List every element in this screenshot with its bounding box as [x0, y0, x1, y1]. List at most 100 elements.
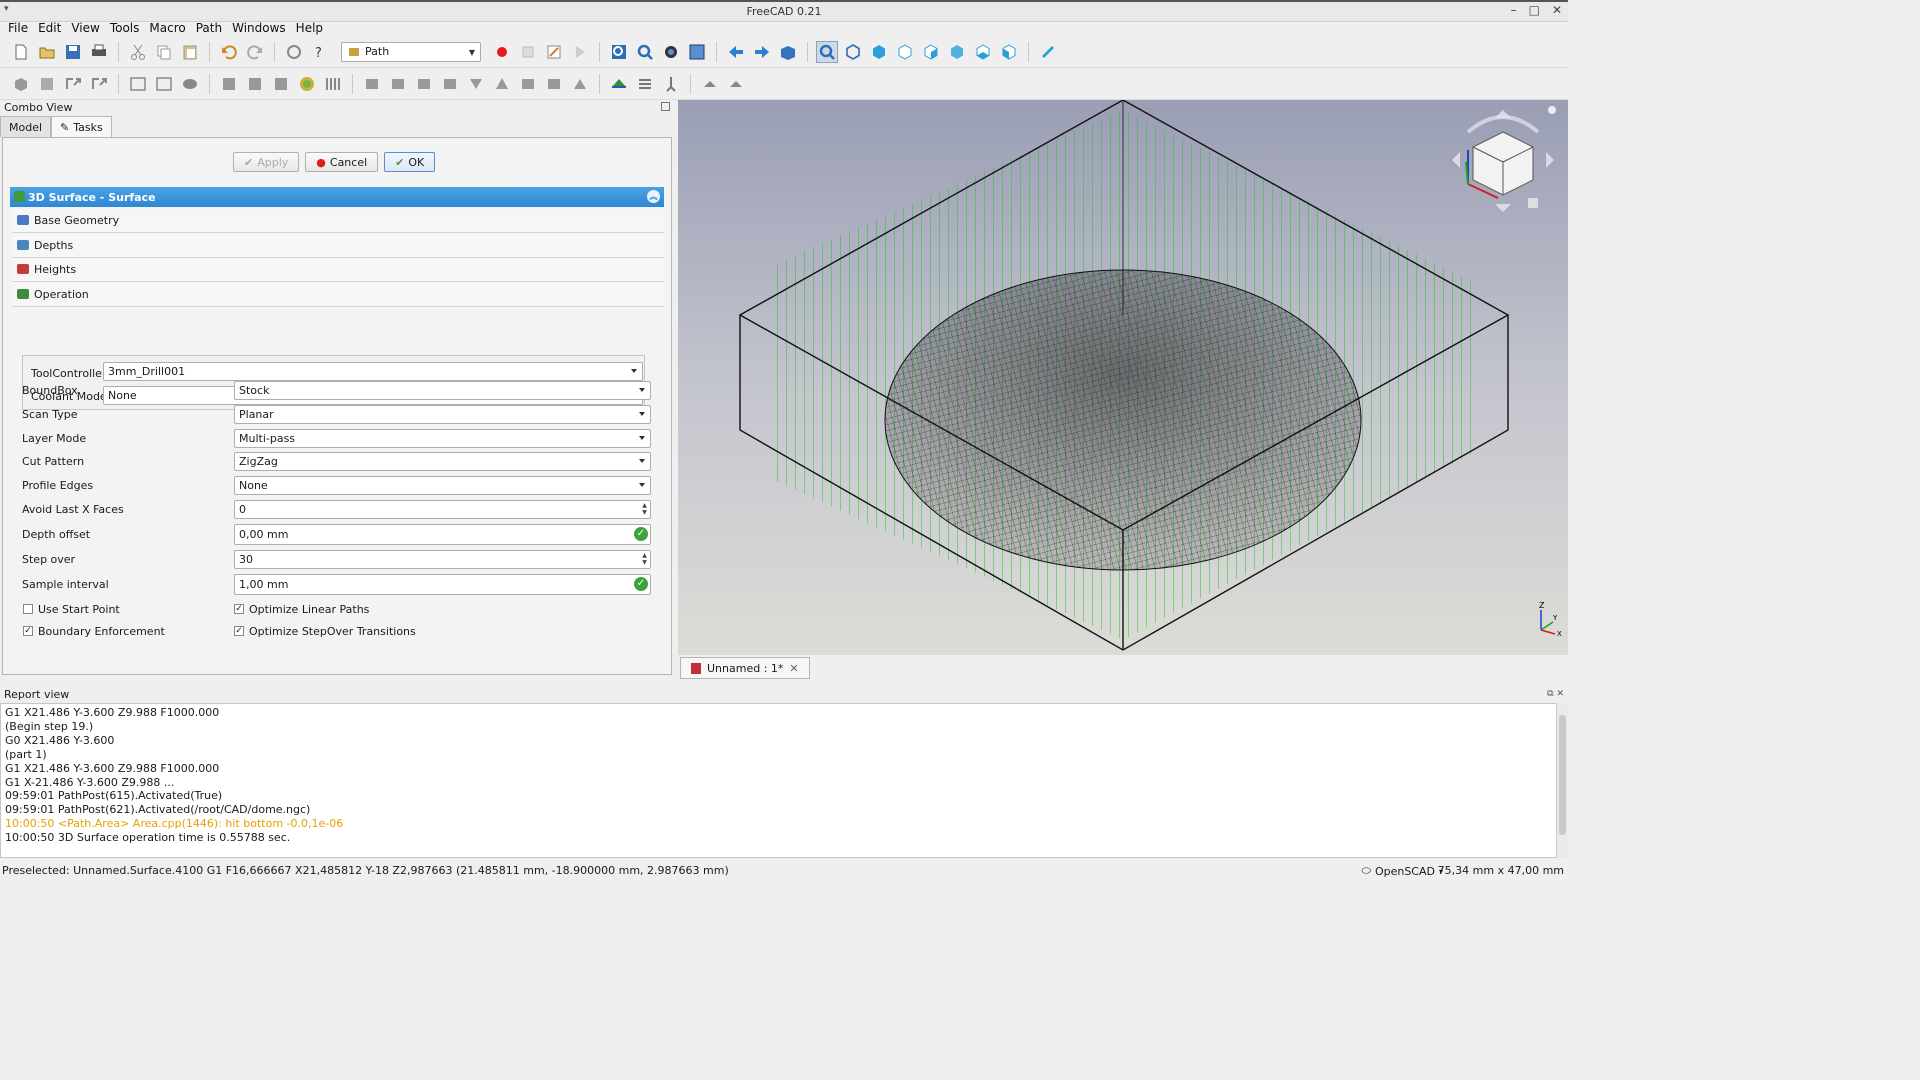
- 3d-viewport[interactable]: Z Y X: [678, 100, 1568, 655]
- spin-arrows-icon[interactable]: ▲ ▼: [640, 502, 649, 517]
- open-folder-icon[interactable]: [36, 41, 58, 63]
- inspect-icon[interactable]: [725, 73, 747, 95]
- paste-icon[interactable]: [179, 41, 201, 63]
- tab-model[interactable]: Model: [0, 116, 52, 137]
- vcarve-icon[interactable]: [465, 73, 487, 95]
- section-heights[interactable]: Heights: [12, 258, 664, 282]
- section-base-geometry[interactable]: Base Geometry: [12, 209, 664, 233]
- waterline-icon[interactable]: [517, 73, 539, 95]
- maximize-button[interactable]: □: [1529, 3, 1540, 17]
- cut-icon[interactable]: [127, 41, 149, 63]
- thread-milling-icon[interactable]: [491, 73, 513, 95]
- optimize-linear-paths-checkbox[interactable]: ✓: [234, 604, 244, 614]
- document-tab[interactable]: Unnamed : 1* ✕: [680, 657, 810, 679]
- close-tab-icon[interactable]: ✕: [789, 662, 798, 675]
- sanity-icon[interactable]: [88, 73, 110, 95]
- bottom-view-icon[interactable]: [972, 41, 994, 63]
- back-arrow-icon[interactable]: [725, 41, 747, 63]
- slot-icon[interactable]: [387, 73, 409, 95]
- panel-header[interactable]: 3D Surface - Surface ︽: [10, 187, 664, 207]
- stop-macro-icon[interactable]: [517, 41, 539, 63]
- fit-selection-icon[interactable]: [634, 41, 656, 63]
- report-scrollbar[interactable]: [1556, 703, 1568, 858]
- optimize-stepover-checkbox[interactable]: ✓: [234, 626, 244, 636]
- cancel-button[interactable]: ● Cancel: [305, 152, 379, 172]
- fit-all-icon[interactable]: [608, 41, 630, 63]
- menu-windows[interactable]: Windows: [232, 22, 286, 36]
- use-start-point-checkbox[interactable]: [23, 604, 33, 614]
- dock-float-icon[interactable]: [661, 102, 670, 111]
- minimize-button[interactable]: –: [1511, 3, 1517, 17]
- spin-arrows-icon[interactable]: ▲ ▼: [640, 552, 649, 567]
- edit-macro-icon[interactable]: [543, 41, 565, 63]
- bounding-box-icon[interactable]: [686, 41, 708, 63]
- boundary-enforcement-checkbox[interactable]: ✓: [23, 626, 33, 636]
- menu-macro[interactable]: Macro: [149, 22, 185, 36]
- scrollbar-thumb[interactable]: [1559, 715, 1566, 835]
- section-operation[interactable]: Operation: [12, 283, 664, 307]
- tool-library-icon[interactable]: [127, 73, 149, 95]
- menu-path[interactable]: Path: [196, 22, 222, 36]
- tab-tasks[interactable]: ✎ Tasks: [51, 116, 112, 137]
- helix-icon[interactable]: [322, 73, 344, 95]
- report-view[interactable]: G1 X21.486 Y-3.600 Z9.988 F1000.000 (Beg…: [0, 703, 1568, 858]
- tool-controller-icon[interactable]: [179, 73, 201, 95]
- menu-help[interactable]: Help: [296, 22, 323, 36]
- record-macro-icon[interactable]: [491, 41, 513, 63]
- copy-icon[interactable]: [153, 41, 175, 63]
- menu-tools[interactable]: Tools: [110, 22, 140, 36]
- workbench-selector[interactable]: Path ▼: [341, 41, 481, 62]
- section-depths[interactable]: Depths: [12, 234, 664, 258]
- adaptive-icon[interactable]: [361, 73, 383, 95]
- 3d-surface-icon[interactable]: [608, 73, 630, 95]
- job-icon[interactable]: [10, 73, 32, 95]
- menu-file[interactable]: File: [8, 22, 28, 36]
- engrave-icon[interactable]: [413, 73, 435, 95]
- collapse-icon[interactable]: ︽: [647, 190, 660, 203]
- dressup-icon[interactable]: [569, 73, 591, 95]
- drilling-icon[interactable]: [270, 73, 292, 95]
- isometric-view-icon[interactable]: [842, 41, 864, 63]
- ok-button[interactable]: ✔ OK: [384, 152, 436, 172]
- simulator-icon[interactable]: [699, 73, 721, 95]
- pocket-icon[interactable]: [244, 73, 266, 95]
- report-dock-icons[interactable]: ⧉ ✕: [1547, 689, 1564, 699]
- depth-offset-input[interactable]: 0,00 mm ✓: [234, 524, 651, 545]
- deburr-icon[interactable]: [439, 73, 461, 95]
- avoid-last-faces-spinbox[interactable]: 0 ▲ ▼: [234, 500, 651, 519]
- rear-view-icon[interactable]: [946, 41, 968, 63]
- measure-icon[interactable]: [1037, 41, 1059, 63]
- tool-controller-select[interactable]: 3mm_Drill001: [103, 362, 643, 381]
- run-macro-icon[interactable]: [569, 41, 591, 63]
- surface-op-icon[interactable]: [543, 73, 565, 95]
- close-window-button[interactable]: ✕: [1552, 3, 1562, 17]
- boundbox-select[interactable]: Stock: [234, 381, 651, 400]
- apply-button[interactable]: ✔ Apply: [233, 152, 300, 172]
- left-view-icon[interactable]: [998, 41, 1020, 63]
- waterline-op-icon[interactable]: [634, 73, 656, 95]
- navigation-cube[interactable]: [1448, 102, 1558, 220]
- draw-style-icon[interactable]: [660, 41, 682, 63]
- tool-bit-icon[interactable]: [153, 73, 175, 95]
- profile-icon[interactable]: [218, 73, 240, 95]
- front-view-icon[interactable]: [868, 41, 890, 63]
- face-icon[interactable]: [296, 73, 318, 95]
- scan-type-select[interactable]: Planar: [234, 405, 651, 424]
- new-file-icon[interactable]: [10, 41, 32, 63]
- right-view-icon[interactable]: [920, 41, 942, 63]
- refresh-icon[interactable]: [283, 41, 305, 63]
- menu-view[interactable]: View: [71, 22, 99, 36]
- zoom-menu-icon[interactable]: [816, 40, 838, 63]
- profile-edges-select[interactable]: None: [234, 476, 651, 495]
- probe-icon[interactable]: [660, 73, 682, 95]
- navigation-style-selector[interactable]: ⬭ OpenSCAD ▾: [1362, 864, 1443, 878]
- std-views-icon[interactable]: [777, 41, 799, 63]
- sample-interval-input[interactable]: 1,00 mm ✓: [234, 574, 651, 595]
- menu-edit[interactable]: Edit: [38, 22, 61, 36]
- post-process-icon[interactable]: [36, 73, 58, 95]
- print-icon[interactable]: [88, 41, 110, 63]
- step-over-spinbox[interactable]: 30 ▲ ▼: [234, 550, 651, 569]
- redo-icon[interactable]: [244, 41, 266, 63]
- top-view-icon[interactable]: [894, 41, 916, 63]
- layer-mode-select[interactable]: Multi-pass: [234, 429, 651, 448]
